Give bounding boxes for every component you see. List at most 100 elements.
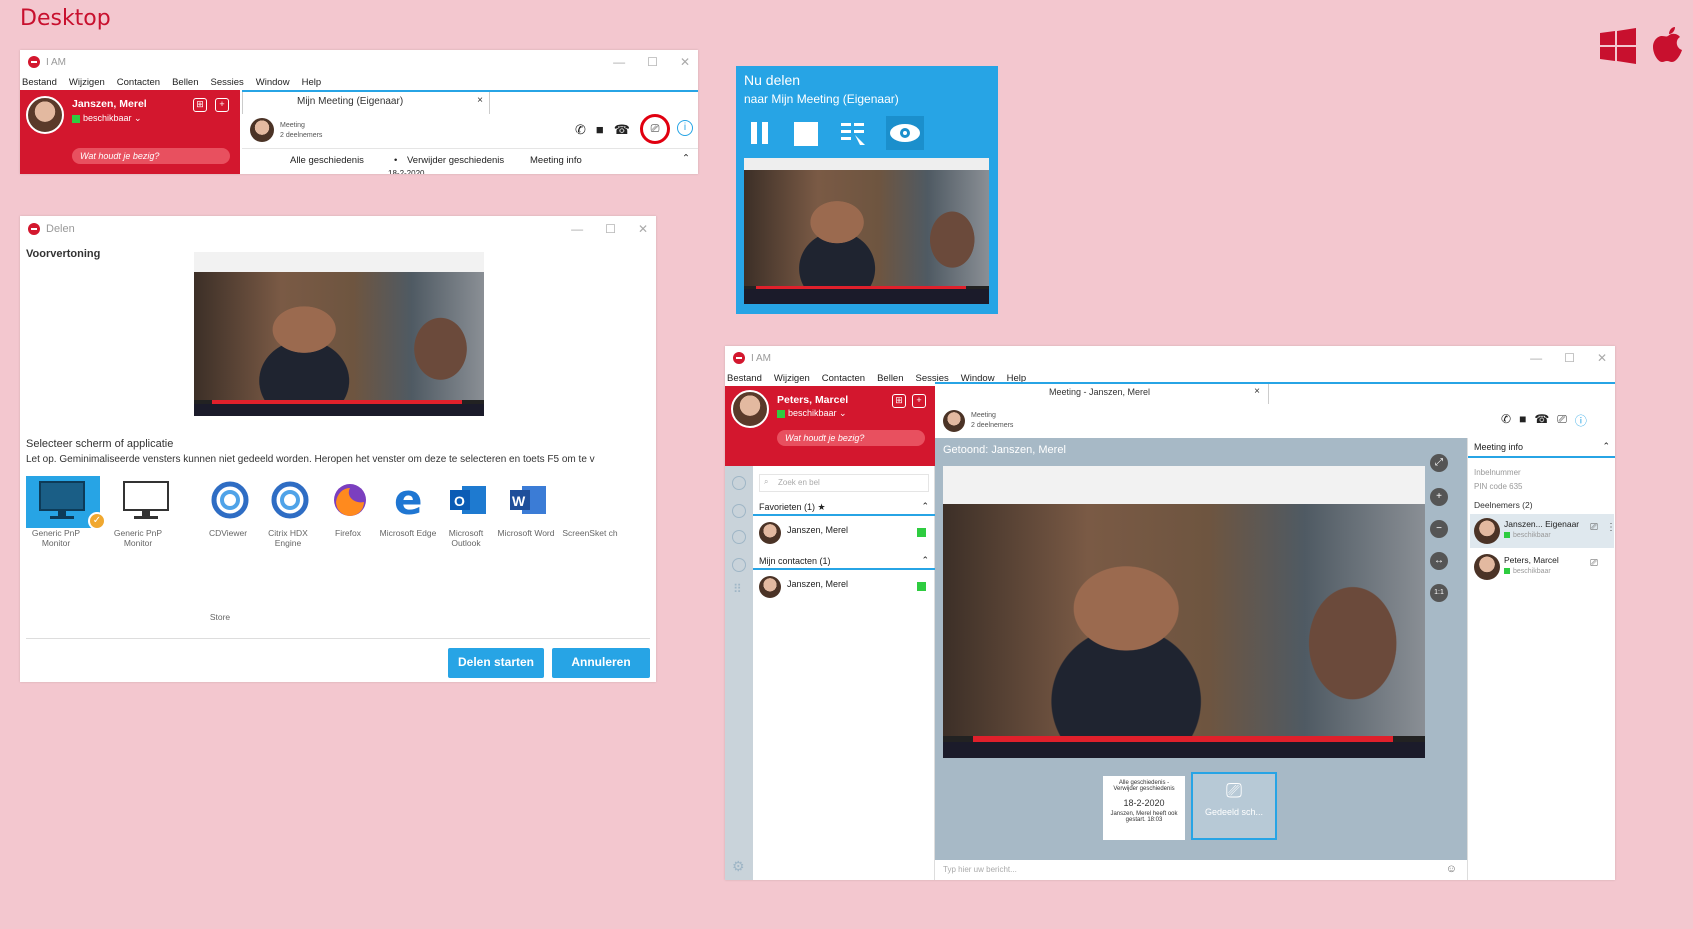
status-message-input[interactable]: Wat houdt je bezig?: [72, 148, 230, 164]
share-screen-button[interactable]: ⎚: [640, 114, 670, 144]
phone-icon[interactable]: ✆: [1501, 412, 1511, 429]
dialpad-icon[interactable]: ⊞: [193, 98, 207, 112]
shared-screen-card[interactable]: ⎚ Gedeeld sch...: [1191, 772, 1277, 840]
app-label-outlook: Microsoft Outlook: [448, 528, 484, 548]
favorites-header-label: Favorieten (1) ★: [759, 502, 826, 512]
participant-row[interactable]: Janszen... Eigenaar beschikbaar ⎚ ⋮: [1470, 514, 1615, 548]
annotate-button[interactable]: [840, 120, 866, 146]
add-icon[interactable]: +: [215, 98, 229, 112]
preview-label: Voorvertoning: [26, 248, 101, 260]
telephone-icon[interactable]: ☎: [1534, 412, 1549, 429]
maximize-icon[interactable]: ☐: [605, 222, 616, 236]
dialpad-nav-icon[interactable]: ⠿: [733, 582, 742, 596]
info-icon[interactable]: i: [677, 120, 693, 136]
phone-icon[interactable]: ✆: [575, 122, 586, 138]
close-tab-icon[interactable]: ×: [1254, 386, 1260, 397]
minimize-icon[interactable]: —: [571, 222, 583, 236]
close-icon[interactable]: ✕: [680, 55, 690, 69]
history-all-link[interactable]: Alle geschiedenis: [290, 155, 364, 166]
telephone-icon[interactable]: ☎: [614, 122, 630, 138]
close-icon[interactable]: ✕: [1597, 351, 1607, 365]
search-input[interactable]: ⌕ Zoek en bel: [759, 474, 929, 492]
avatar[interactable]: [731, 390, 769, 428]
meeting-info-header[interactable]: Meeting info: [530, 155, 582, 166]
expand-icon[interactable]: ⤢: [1430, 454, 1448, 472]
participant-row[interactable]: Peters, Marcel beschikbaar ⎚: [1470, 550, 1614, 584]
participant-status: beschikbaar: [1504, 568, 1551, 575]
menu-help[interactable]: Help: [302, 77, 322, 88]
history-delete-link[interactable]: Verwijder geschiedenis: [407, 155, 504, 166]
menu-bellen[interactable]: Bellen: [172, 77, 198, 88]
settings-gear-icon[interactable]: ⚙: [732, 858, 745, 875]
emoji-icon[interactable]: ☺: [1446, 863, 1457, 875]
globe-nav-icon[interactable]: [732, 558, 746, 572]
app-tile-citrix[interactable]: [270, 480, 310, 520]
dialpad-icon[interactable]: ⊞: [892, 394, 906, 408]
status-selector[interactable]: beschikbaar ⌄: [72, 113, 142, 124]
menu-window[interactable]: Window: [256, 77, 290, 88]
history-card[interactable]: Alle geschiedenis - Verwijder geschieden…: [1103, 776, 1185, 840]
menu-bestand[interactable]: Bestand: [727, 373, 762, 384]
meeting-info-header[interactable]: Meeting info ⌃: [1468, 438, 1615, 458]
tab-meeting-janszen[interactable]: Meeting - Janszen, Merel ×: [935, 384, 1269, 404]
status-dot-icon: [72, 114, 80, 123]
info-icon[interactable]: ⓘ: [1575, 412, 1587, 429]
app-tile-firefox[interactable]: [330, 480, 370, 520]
message-input[interactable]: Typ hier uw bericht... ☺: [935, 860, 1467, 880]
app-tile-edge[interactable]: e: [390, 475, 430, 524]
app-tile-word[interactable]: W: [508, 480, 548, 520]
fit-width-icon[interactable]: ↔: [1430, 552, 1448, 570]
chat-nav-icon[interactable]: [732, 504, 746, 518]
favorites-header[interactable]: Favorieten (1) ★ ⌃: [753, 500, 935, 516]
maximize-icon[interactable]: ☐: [1564, 351, 1575, 365]
contacts-nav-icon[interactable]: [732, 476, 746, 490]
app-tile-outlook[interactable]: O: [448, 480, 488, 520]
contacts-header[interactable]: Mijn contacten (1) ⌃: [753, 554, 935, 570]
add-icon[interactable]: +: [912, 394, 926, 408]
zoom-1to1-button[interactable]: 1:1: [1430, 584, 1448, 602]
pause-button[interactable]: [748, 120, 772, 146]
tab-label: Meeting - Janszen, Merel: [1049, 387, 1151, 397]
zoom-out-icon[interactable]: −: [1430, 520, 1448, 538]
history-card-date: 18-2-2020: [1123, 798, 1165, 808]
stop-button[interactable]: [794, 122, 818, 146]
more-options-icon[interactable]: ⋮: [1606, 522, 1615, 533]
maximize-icon[interactable]: ☐: [647, 55, 658, 69]
status-selector[interactable]: beschikbaar ⌄: [777, 408, 847, 419]
app-tile-monitor-1[interactable]: ✓: [26, 476, 106, 530]
menu-contacten[interactable]: Contacten: [822, 373, 865, 384]
window-controls: — ☐ ✕: [571, 222, 648, 236]
close-tab-icon[interactable]: ×: [477, 95, 483, 106]
shared-screen-video: [943, 466, 1425, 758]
chevron-up-icon[interactable]: ⌃: [682, 153, 690, 164]
menu-bestand[interactable]: Bestand: [22, 77, 57, 88]
app-tile-screensketch[interactable]: [570, 480, 610, 520]
app-tile-monitor-2[interactable]: [110, 476, 184, 528]
share-screen-icon[interactable]: ⎚: [1557, 412, 1567, 429]
video-icon[interactable]: ■: [596, 122, 604, 138]
menu-wijzigen[interactable]: Wijzigen: [69, 77, 105, 88]
status-message-input[interactable]: Wat houdt je bezig?: [777, 430, 925, 446]
title-bar: I AM — ☐ ✕: [725, 346, 1615, 370]
zoom-in-icon[interactable]: +: [1430, 488, 1448, 506]
tab-mijn-meeting[interactable]: Mijn Meeting (Eigenaar) ×: [242, 92, 490, 114]
video-icon[interactable]: ■: [1519, 412, 1526, 429]
start-sharing-button[interactable]: Delen starten: [448, 648, 544, 678]
menu-bellen[interactable]: Bellen: [877, 373, 903, 384]
menu-sessies[interactable]: Sessies: [211, 77, 244, 88]
minimize-icon[interactable]: —: [1530, 351, 1542, 365]
presence-icon: [917, 582, 926, 591]
app-tile-cdviewer[interactable]: [210, 480, 250, 520]
close-icon[interactable]: ✕: [638, 222, 648, 236]
firefox-icon: [334, 484, 366, 516]
list-item[interactable]: Janszen, Merel: [757, 520, 931, 548]
menu-contacten[interactable]: Contacten: [117, 77, 160, 88]
minimize-icon[interactable]: —: [613, 55, 625, 69]
preview-toggle-button[interactable]: [886, 116, 924, 150]
chevron-up-icon: ⌃: [921, 555, 929, 565]
avatar[interactable]: [26, 96, 64, 134]
cancel-button[interactable]: Annuleren: [552, 648, 650, 678]
menu-wijzigen[interactable]: Wijzigen: [774, 373, 810, 384]
history-nav-icon[interactable]: [732, 530, 746, 544]
list-item[interactable]: Janszen, Merel: [757, 574, 931, 602]
